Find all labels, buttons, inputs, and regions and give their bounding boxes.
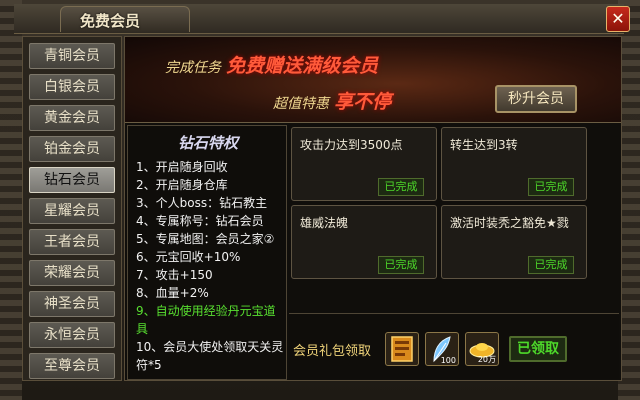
banner-text-enjoy: 享不停	[334, 91, 392, 113]
sidebar-item-star[interactable]: 星耀会员	[29, 198, 115, 224]
task-status-badge: 已完成	[528, 178, 574, 196]
sidebar: 青铜会员 白银会员 黄金会员 铂金会员 钻石会员 星耀会员 王者会员 荣耀会员 …	[22, 36, 122, 381]
instant-upgrade-button[interactable]: 秒升会员	[495, 85, 577, 113]
sidebar-item-eternal[interactable]: 永恒会员	[29, 322, 115, 348]
received-button[interactable]: 已领取	[509, 336, 567, 362]
privileges-panel: 钻石特权 1、开启随身回收 2、开启随身仓库 3、个人boss：钻石教主 4、专…	[127, 125, 287, 380]
task-status-badge: 已完成	[528, 256, 574, 274]
sidebar-item-bronze[interactable]: 青铜会员	[29, 43, 115, 69]
privilege-item: 4、专属称号：钻石会员	[136, 214, 264, 228]
gift-qty: 20万	[477, 355, 496, 364]
banner-text-complete-task: 完成任务	[165, 60, 221, 76]
sidebar-item-holy[interactable]: 神圣会员	[29, 291, 115, 317]
feather-icon[interactable]: 100	[425, 332, 459, 366]
privilege-item-highlight: 9、自动使用经验丹元宝道具	[136, 304, 276, 336]
privilege-item: 5、专属地图：会员之家②	[136, 232, 275, 246]
task-card: 雄威法魄 已完成	[291, 205, 437, 279]
task-card: 攻击力达到3500点 已完成	[291, 127, 437, 201]
privilege-item: 1、开启随身回收	[136, 160, 228, 174]
sidebar-item-glory[interactable]: 荣耀会员	[29, 260, 115, 286]
sidebar-item-supreme[interactable]: 至尊会员	[29, 353, 115, 379]
task-text: 激活时装秃之豁免★戮	[450, 216, 569, 230]
gift-bar: 会员礼包领取 100 20万 已领取	[289, 313, 619, 379]
gift-qty: 100	[440, 356, 456, 365]
privilege-item: 3、个人boss：钻石教主	[136, 196, 268, 210]
sidebar-item-silver[interactable]: 白银会员	[29, 74, 115, 100]
task-text: 攻击力达到3500点	[300, 138, 403, 152]
scroll-icon[interactable]	[385, 332, 419, 366]
banner-text-value: 超值特惠	[273, 96, 329, 112]
window-title: 免费会员	[80, 12, 141, 30]
privilege-item: 7、攻击+150	[136, 268, 213, 282]
sidebar-item-platinum[interactable]: 铂金会员	[29, 136, 115, 162]
banner-line-1: 完成任务 免费赠送满级会员	[165, 51, 378, 78]
gift-label: 会员礼包领取	[293, 344, 372, 359]
sidebar-item-gold[interactable]: 黄金会员	[29, 105, 115, 131]
task-text: 雄威法魄	[300, 216, 349, 230]
task-status-badge: 已完成	[378, 256, 424, 274]
gold-ingot-icon[interactable]: 20万	[465, 332, 499, 366]
close-button[interactable]: ✕	[606, 6, 630, 32]
banner-text-free-vip: 免费赠送满级会员	[226, 55, 379, 77]
privileges-title: 钻石特权	[177, 134, 238, 152]
promo-banner: 完成任务 免费赠送满级会员 超值特惠 享不停 秒升会员	[125, 37, 621, 123]
privilege-item: 2、开启随身仓库	[136, 178, 228, 192]
dragon-border-left	[0, 0, 22, 400]
privilege-item: 8、血量+2%	[136, 286, 209, 300]
task-status-badge: 已完成	[378, 178, 424, 196]
task-text: 转生达到3转	[450, 138, 518, 152]
task-card: 激活时装秃之豁免★戮 已完成	[441, 205, 587, 279]
sidebar-item-king[interactable]: 王者会员	[29, 229, 115, 255]
sidebar-item-diamond[interactable]: 钻石会员	[29, 167, 115, 193]
main-panel: 完成任务 免费赠送满级会员 超值特惠 享不停 秒升会员 钻石特权 1、开启随身回…	[124, 36, 622, 381]
privilege-item: 6、元宝回收+10%	[136, 250, 241, 264]
privileges-list: 1、开启随身回收 2、开启随身仓库 3、个人boss：钻石教主 4、专属称号：钻…	[136, 158, 286, 374]
task-card: 转生达到3转 已完成	[441, 127, 587, 201]
privilege-item: 10、会员大使处领取天关灵符*5	[136, 340, 284, 372]
banner-line-2: 超值特惠 享不停	[273, 87, 391, 114]
